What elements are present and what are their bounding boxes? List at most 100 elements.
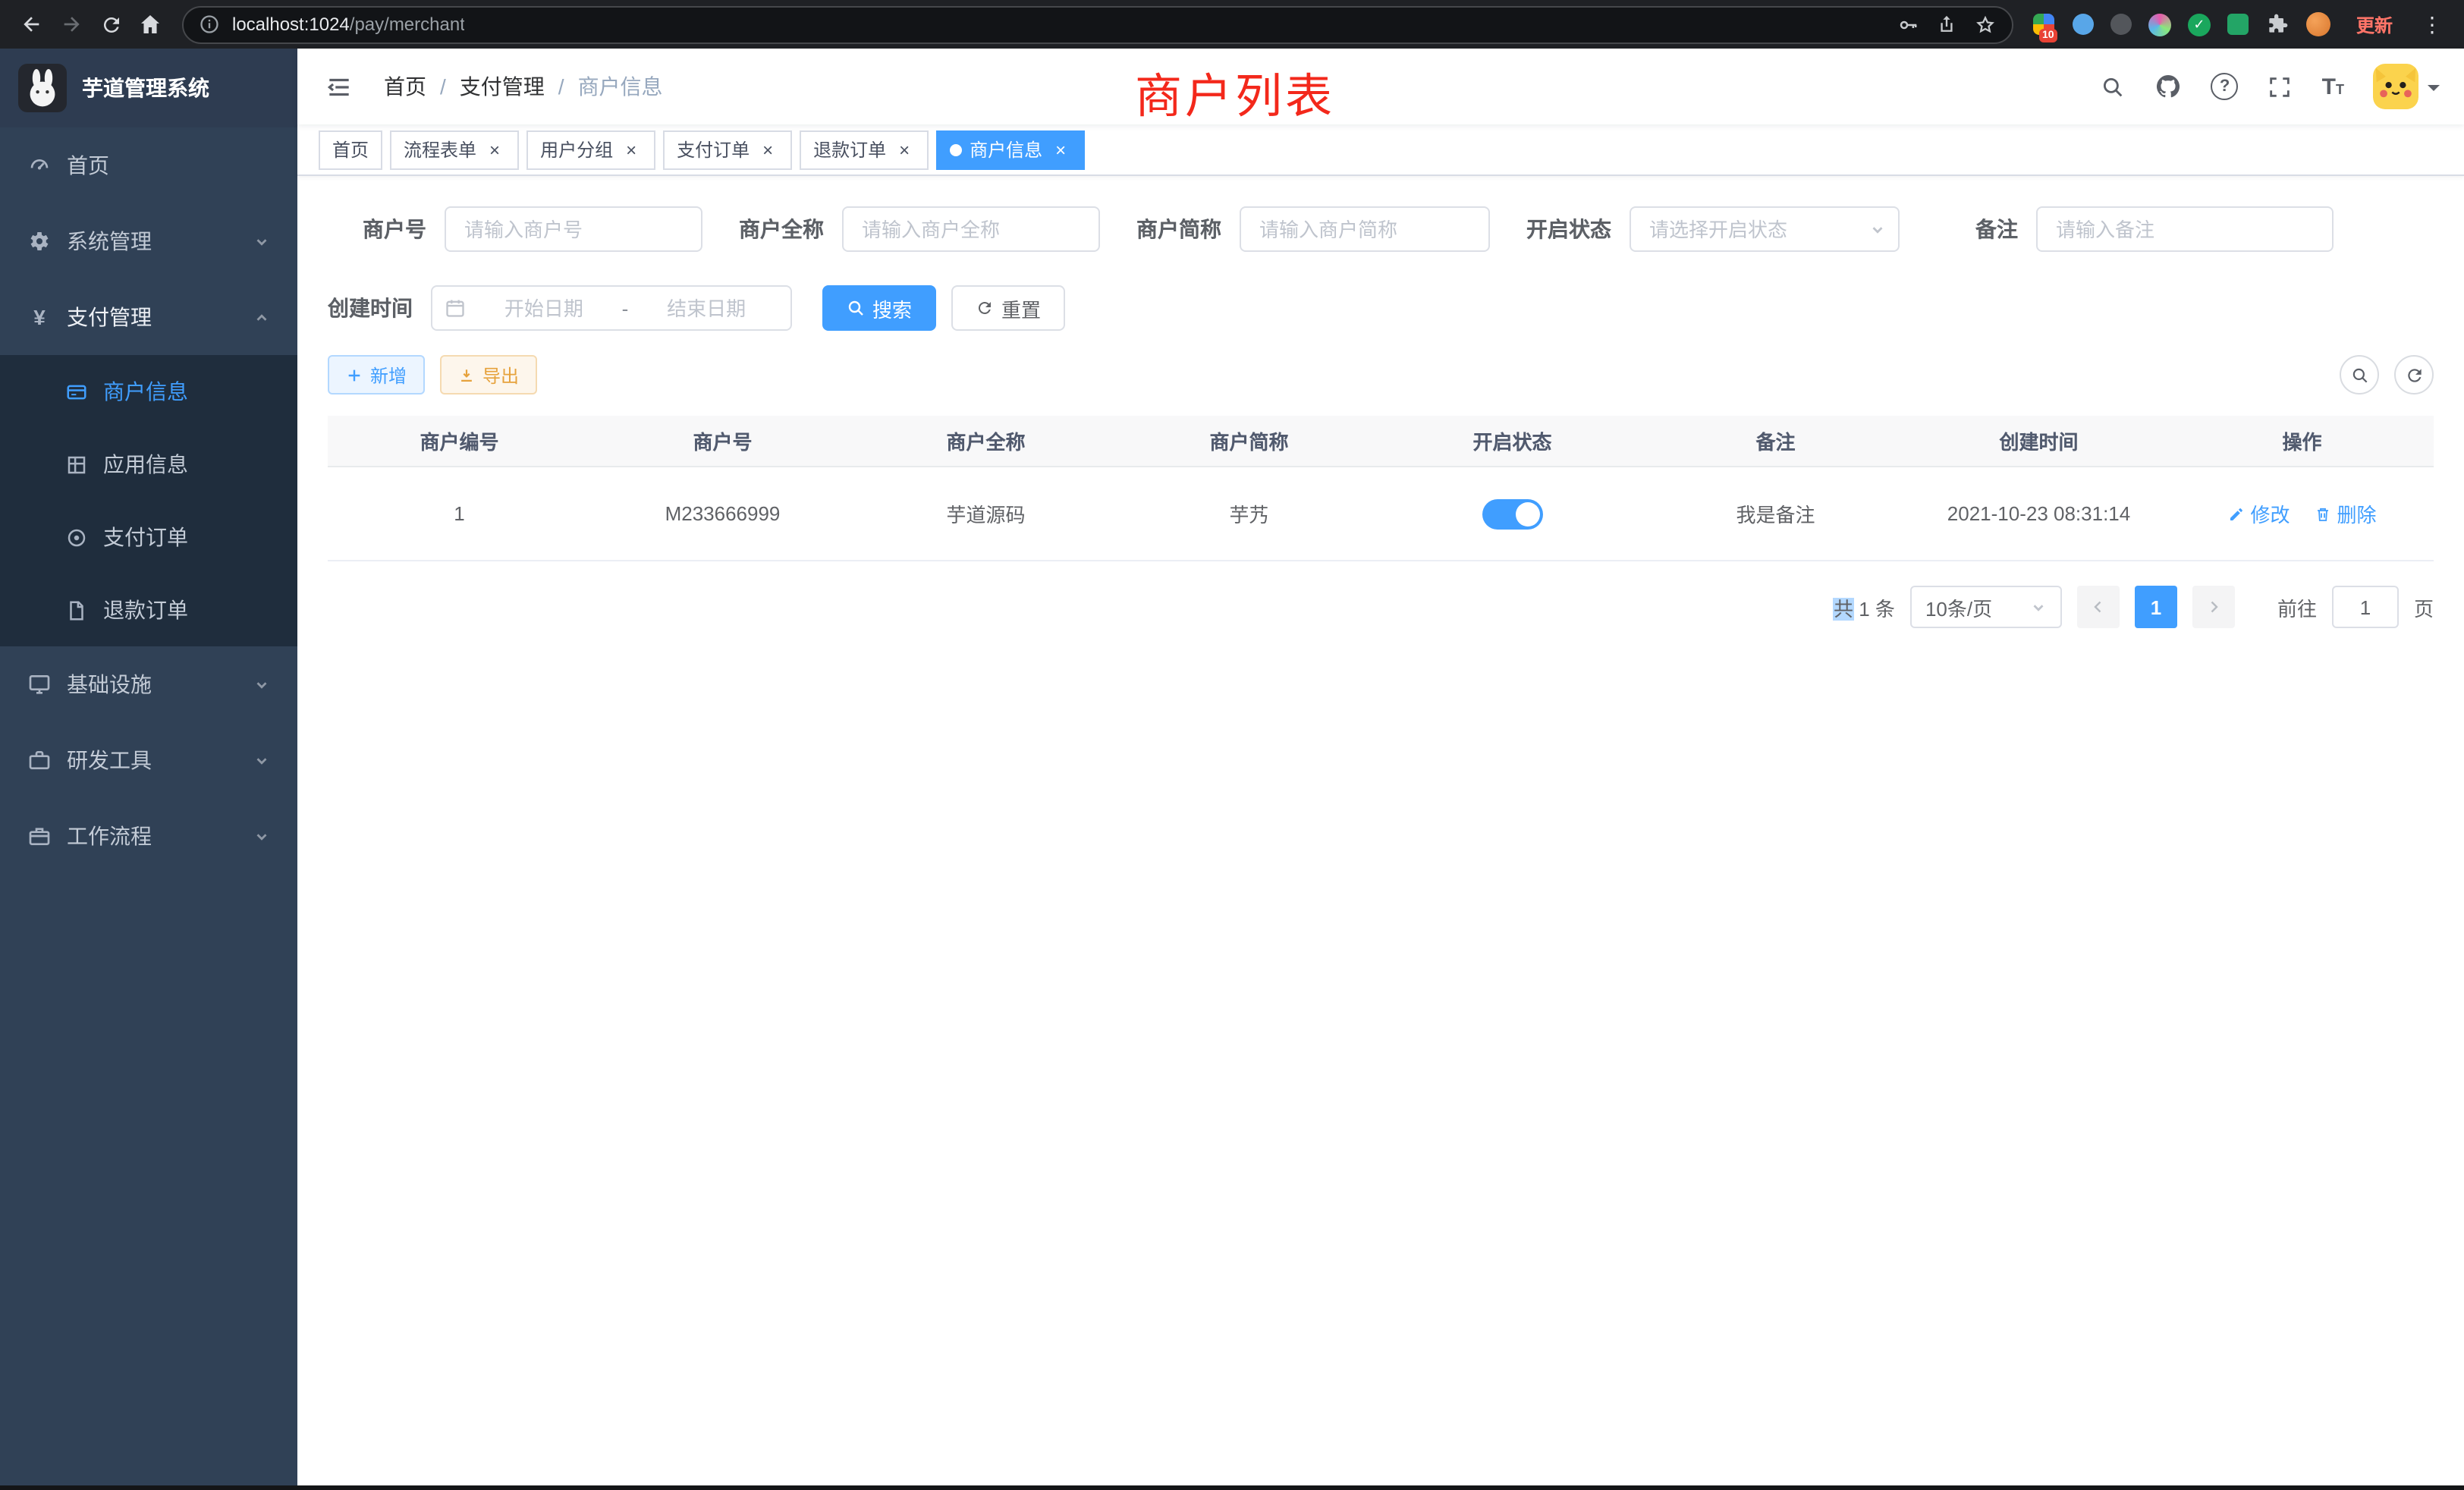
browser-menu-icon[interactable]: ⋮ [2418, 11, 2446, 37]
sidebar-toggle-icon[interactable] [322, 69, 357, 104]
help-question-icon[interactable]: ? [2211, 73, 2239, 100]
status-toggle[interactable] [1482, 498, 1543, 529]
document-icon [64, 599, 88, 621]
browser-extensions-area: 10 ✓ 更新 ⋮ [2026, 8, 2452, 40]
extension-badge: 10 [2039, 29, 2057, 42]
goto-page-input[interactable] [2332, 586, 2399, 628]
tab-user-group[interactable]: 用户分组 × [526, 130, 655, 169]
sidebar-item-label: 支付管理 [67, 302, 152, 332]
sidebar-item-label: 商户信息 [103, 376, 188, 407]
share-icon[interactable] [1936, 14, 1957, 35]
add-button[interactable]: 新增 [328, 355, 425, 395]
sidebar-item-pay-order[interactable]: 支付订单 [0, 501, 297, 574]
sidebar-item-label: 基础设施 [67, 669, 152, 699]
extension-icon-dark[interactable] [2110, 14, 2132, 35]
address-bar[interactable]: localhost:1024/pay/merchant [182, 5, 2013, 43]
site-info-icon[interactable] [199, 14, 220, 35]
font-size-big-glyph: T [2322, 75, 2336, 98]
breadcrumb-payment[interactable]: 支付管理 [460, 71, 545, 102]
reset-button[interactable]: 重置 [951, 285, 1065, 331]
browser-back-button[interactable] [12, 5, 52, 44]
browser-home-button[interactable] [130, 5, 170, 44]
font-size-icon[interactable]: TT [2322, 75, 2344, 98]
browser-profile-avatar[interactable] [2306, 12, 2330, 36]
annotation-merchant-list: 商户列表 [1135, 58, 1335, 126]
next-page-button[interactable] [2192, 586, 2235, 628]
short-name-input[interactable] [1240, 206, 1490, 252]
remark-input[interactable] [2036, 206, 2334, 252]
tab-home[interactable]: 首页 [319, 130, 382, 169]
status-select[interactable] [1630, 206, 1900, 252]
delete-link[interactable]: 删除 [2315, 499, 2377, 528]
prev-page-button[interactable] [2077, 586, 2120, 628]
browser-forward-button[interactable] [52, 5, 91, 44]
monitor-icon [27, 672, 52, 696]
breadcrumb-home[interactable]: 首页 [384, 71, 426, 102]
merchant-no-input[interactable] [445, 206, 702, 252]
tab-label: 用户分组 [540, 137, 613, 162]
browser-reload-button[interactable] [91, 5, 130, 44]
extension-icon-colorful[interactable]: 10 [2032, 12, 2056, 36]
select-caret-icon [2030, 599, 2047, 615]
sidebar-item-infrastructure[interactable]: 基础设施 [0, 646, 297, 722]
user-avatar-menu[interactable] [2373, 64, 2440, 109]
sidebar-item-system[interactable]: 系统管理 [0, 203, 297, 279]
bookmark-star-icon[interactable] [1974, 13, 1997, 36]
refresh-button[interactable] [2394, 355, 2434, 395]
sidebar-item-refund-order[interactable]: 退款订单 [0, 574, 297, 646]
col-actions: 操作 [2170, 426, 2434, 455]
tab-refund-order[interactable]: 退款订单 × [800, 130, 929, 169]
pagination: 共 1 条 10条/页 1 前往 [328, 586, 2434, 628]
search-button[interactable]: 搜索 [822, 285, 936, 331]
end-date-input[interactable] [634, 297, 778, 319]
tab-close-icon[interactable]: × [894, 139, 915, 160]
sidebar-item-label: 系统管理 [67, 226, 152, 256]
yen-icon: ¥ [27, 305, 52, 329]
tab-label: 首页 [332, 137, 369, 162]
header-search-icon[interactable] [2101, 74, 2126, 99]
password-key-icon[interactable] [1897, 13, 1919, 36]
page-size-select[interactable]: 10条/页 [1910, 586, 2062, 628]
avatar-caret-icon [2428, 85, 2440, 97]
create-time-range[interactable]: - [431, 285, 792, 331]
page-1-button[interactable]: 1 [2135, 586, 2177, 628]
sidebar-item-app-info[interactable]: 应用信息 [0, 428, 297, 501]
tab-pay-order[interactable]: 支付订单 × [663, 130, 792, 169]
sidebar-item-label: 应用信息 [103, 449, 188, 479]
start-date-input[interactable] [472, 297, 616, 319]
sidebar-item-workflow[interactable]: 工作流程 [0, 798, 297, 874]
tab-close-icon[interactable]: × [484, 139, 505, 160]
tab-close-icon[interactable]: × [621, 139, 642, 160]
app-logo[interactable]: 芋道管理系统 [0, 49, 297, 127]
tab-close-icon[interactable]: × [1050, 139, 1071, 160]
extension-icon-blue[interactable] [2073, 14, 2094, 35]
extensions-puzzle-icon[interactable] [2265, 12, 2290, 36]
tab-label: 商户信息 [970, 137, 1042, 162]
sidebar-item-merchant-info[interactable]: 商户信息 [0, 355, 297, 428]
col-status: 开启状态 [1381, 426, 1644, 455]
tab-close-icon[interactable]: × [757, 139, 778, 160]
toolbox-icon [27, 748, 52, 772]
browser-update-button[interactable]: 更新 [2347, 8, 2402, 40]
extension-icon-green-square[interactable] [2227, 14, 2249, 35]
fullscreen-icon[interactable] [2268, 74, 2293, 99]
target-icon [64, 526, 88, 549]
tab-process-form[interactable]: 流程表单 × [390, 130, 519, 169]
active-tab-dot [950, 143, 962, 156]
sidebar-item-payment[interactable]: ¥ 支付管理 [0, 279, 297, 355]
sidebar-item-dev-tools[interactable]: 研发工具 [0, 722, 297, 798]
page-size-value: 10条/页 [1925, 593, 1992, 621]
sidebar-item-home[interactable]: 首页 [0, 127, 297, 203]
export-button[interactable]: 导出 [440, 355, 537, 395]
payment-submenu: 商户信息 应用信息 支付订单 [0, 355, 297, 646]
box-icon [27, 824, 52, 848]
toggle-search-button[interactable] [2340, 355, 2379, 395]
extension-icon-multicolor[interactable] [2148, 13, 2171, 36]
tab-label: 流程表单 [404, 137, 476, 162]
tab-merchant-info[interactable]: 商户信息 × [936, 130, 1085, 169]
github-icon[interactable] [2155, 73, 2183, 100]
full-name-input[interactable] [842, 206, 1100, 252]
chevron-down-icon [253, 752, 270, 769]
extension-icon-green-check[interactable]: ✓ [2188, 13, 2211, 36]
edit-link[interactable]: 修改 [2227, 499, 2290, 528]
